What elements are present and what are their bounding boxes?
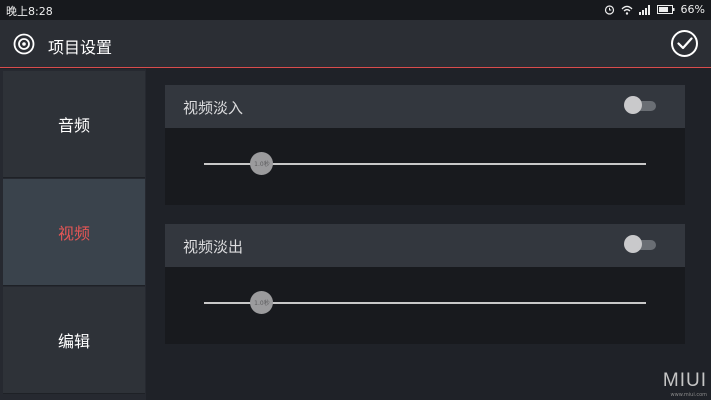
- sidebar: 音频 视频 编辑: [0, 69, 146, 400]
- fade-in-panel: 视频淡入 1.0秒: [165, 85, 685, 205]
- fade-out-toggle[interactable]: [624, 235, 656, 253]
- check-icon: [677, 37, 693, 50]
- panel-header: 视频淡入: [165, 85, 685, 128]
- confirm-button[interactable]: [671, 30, 698, 57]
- battery-icon: [656, 5, 675, 14]
- status-bar: 晚上8:28 66%: [0, 0, 711, 20]
- sidebar-item-label: 编辑: [57, 332, 90, 351]
- sidebar-item-label: 音频: [57, 116, 90, 135]
- fade-in-title: 视频淡入: [183, 99, 244, 117]
- fade-out-title: 视频淡出: [183, 238, 244, 256]
- signal-icon: [638, 4, 650, 15]
- status-time: 晚上8:28: [6, 5, 53, 18]
- sidebar-item-edit[interactable]: 编辑: [3, 287, 145, 394]
- toggle-knob: [624, 96, 642, 114]
- fade-in-slider-thumb[interactable]: 1.0秒: [250, 152, 274, 175]
- settings-icon[interactable]: [13, 33, 35, 55]
- fade-out-slider-thumb[interactable]: 1.0秒: [250, 291, 274, 314]
- wifi-icon: [621, 5, 633, 15]
- sidebar-item-label: 视频: [57, 224, 90, 243]
- watermark-url: www.miui.com: [670, 392, 707, 398]
- sidebar-item-audio[interactable]: 音频: [3, 71, 145, 178]
- status-icons: 66%: [604, 3, 705, 16]
- battery-percentage: 66%: [680, 3, 705, 16]
- fade-out-panel: 视频淡出 1.0秒: [165, 224, 685, 344]
- header-bar: 项目设置: [0, 20, 711, 68]
- panel-header: 视频淡出: [165, 224, 685, 267]
- miui-watermark: MIUI www.miui.com: [663, 370, 707, 398]
- alarm-icon: [604, 5, 614, 15]
- slider-value: 1.0秒: [254, 161, 270, 168]
- fade-in-toggle[interactable]: [624, 96, 656, 114]
- toggle-knob: [624, 235, 642, 253]
- watermark-logo: MIUI: [662, 370, 707, 391]
- page-title: 项目设置: [48, 38, 113, 57]
- panel-body: 1.0秒: [165, 267, 685, 344]
- slider-value: 1.0秒: [254, 300, 270, 307]
- panel-body: 1.0秒: [165, 128, 685, 205]
- sidebar-item-video[interactable]: 视频: [3, 179, 145, 286]
